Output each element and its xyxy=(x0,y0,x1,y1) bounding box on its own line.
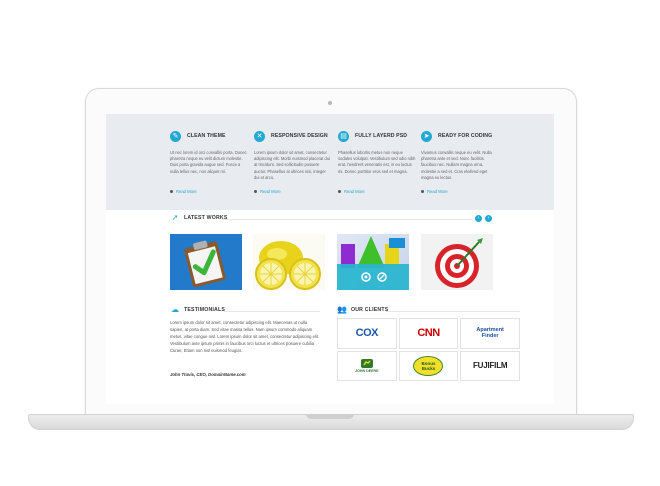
client-logo-john-deere[interactable]: JOHN DEERE xyxy=(337,350,397,381)
testimonial-text: Lorem ipsum dolor sit amet, consectetur … xyxy=(170,320,320,354)
divider xyxy=(386,311,520,312)
document-icon: ▤ xyxy=(338,130,349,142)
clients-heading: 👥 OUR CLIENTS xyxy=(337,305,388,314)
client-logo-cox[interactable]: COX xyxy=(337,318,397,349)
clipboard-check-image xyxy=(170,234,242,290)
latest-works-title: LATEST WORKS xyxy=(184,214,228,221)
camera-icon xyxy=(328,101,332,105)
feature-clean-theme: ✎ CLEAN THEME Ut nec lorem id orci conva… xyxy=(170,130,248,194)
bullet-icon xyxy=(170,190,173,193)
features-section: ✎ CLEAN THEME Ut nec lorem id orci conva… xyxy=(106,114,554,210)
apartment-finder-logo: Apartment Finder xyxy=(476,327,504,340)
client-logo-fujifilm[interactable]: FUJIFILM xyxy=(460,350,520,381)
read-more-link[interactable]: Read More xyxy=(421,189,499,194)
work-thumbnail-lemons[interactable] xyxy=(253,234,325,290)
feature-title: CLEAN THEME xyxy=(187,133,226,139)
cursor-icon: ➚ xyxy=(171,213,179,222)
cnn-logo: CNN xyxy=(417,327,440,340)
feature-text: Lorem ipsum dolor sit amet, consectetur … xyxy=(254,150,331,180)
feature-text: Ut nec lorem id orci convallis porta. Do… xyxy=(170,150,247,174)
website-screen: ✎ CLEAN THEME Ut nec lorem id orci conva… xyxy=(106,114,554,404)
divider xyxy=(224,311,320,312)
client-logo-cnn[interactable]: CNN xyxy=(398,318,459,349)
deer-icon xyxy=(360,359,373,369)
feature-responsive-design: ✕ RESPONSIVE DESIGN Lorem ipsum dolor si… xyxy=(254,130,332,194)
fujifilm-logo: FUJIFILM xyxy=(472,361,508,371)
read-more-link[interactable]: Read More xyxy=(254,189,332,194)
client-logo-bonus-bucks[interactable]: Bonus Bucks xyxy=(398,350,459,381)
bonus-bucks-logo: Bonus Bucks xyxy=(413,355,444,376)
target-dart-image xyxy=(421,234,493,290)
feature-ready-for-coding: ➤ READY FOR CODING Vivamus convallis neq… xyxy=(421,130,499,194)
read-more-link[interactable]: Read More xyxy=(338,189,416,194)
read-more-label[interactable]: Read More xyxy=(427,189,448,194)
feature-text: Phasellus lobortis metus non neque sodal… xyxy=(338,150,416,174)
feature-text: Vivamus convallis neque eu velit. Nulla … xyxy=(421,150,492,180)
clients-grid: COX CNN Apartment Finder JOHN DEERE Bonu… xyxy=(337,318,520,381)
testimonials-heading: ☁ TESTIMONIALS xyxy=(170,305,225,314)
read-more-label[interactable]: Read More xyxy=(344,189,365,194)
client-logo-apartment-finder[interactable]: Apartment Finder xyxy=(460,318,520,349)
latest-works-heading: ➚ LATEST WORKS xyxy=(170,213,228,222)
bullet-icon xyxy=(254,190,257,193)
laptop-notch xyxy=(306,414,354,419)
bullet-icon xyxy=(338,190,341,193)
bullet-icon xyxy=(421,190,424,193)
john-deere-logo: JOHN DEERE xyxy=(355,369,379,374)
feature-title: FULLY LAYERD PSD xyxy=(355,133,408,139)
work-thumbnail-shapes[interactable] xyxy=(337,234,409,290)
read-more-link[interactable]: Read More xyxy=(170,189,248,194)
work-thumbnail-clipboard[interactable] xyxy=(170,234,242,290)
divider xyxy=(222,219,472,220)
read-more-label[interactable]: Read More xyxy=(176,189,197,194)
cursor-icon: ➤ xyxy=(421,130,432,142)
prev-arrow-button[interactable]: ‹ xyxy=(475,215,482,222)
clients-title: OUR CLIENTS xyxy=(351,306,389,313)
pencil-icon: ✎ xyxy=(170,130,181,142)
cox-logo: COX xyxy=(355,327,379,340)
users-icon: 👥 xyxy=(337,305,347,314)
feature-layered-psd: ▤ FULLY LAYERD PSD Phasellus lobortis me… xyxy=(338,130,416,194)
next-arrow-button[interactable]: › xyxy=(485,215,492,222)
work-thumbnail-target[interactable] xyxy=(421,234,493,290)
tools-icon: ✕ xyxy=(254,130,265,142)
feature-title: RESPONSIVE DESIGN xyxy=(271,133,328,139)
testimonial-author: John Travis, CEO, DomainName.com xyxy=(170,372,246,377)
geometric-shapes-image xyxy=(337,234,409,290)
lemons-image xyxy=(253,234,325,290)
read-more-label[interactable]: Read More xyxy=(260,189,281,194)
feature-title: READY FOR CODING xyxy=(438,133,493,139)
testimonials-title: TESTIMONIALS xyxy=(184,306,226,313)
speech-bubble-icon: ☁ xyxy=(171,305,179,314)
